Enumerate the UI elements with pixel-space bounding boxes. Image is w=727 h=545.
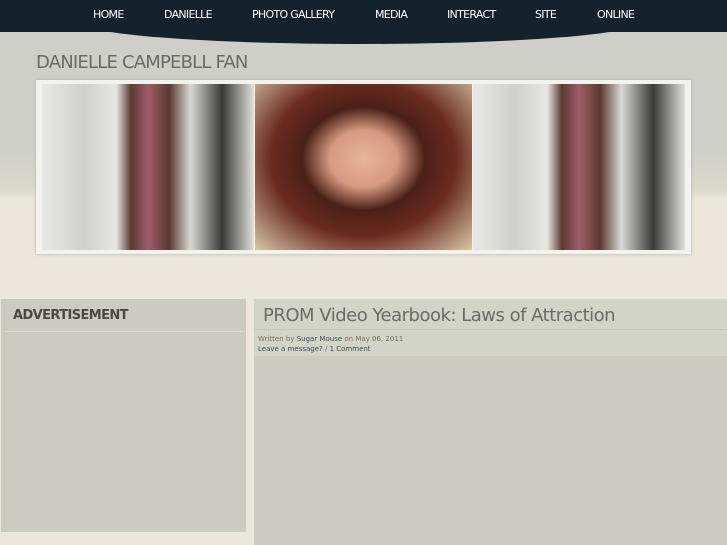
nav-curve — [0, 30, 727, 46]
post-header: PROM Video Yearbook: Laws of Attraction … — [254, 299, 727, 356]
post: PROM Video Yearbook: Laws of Attraction … — [254, 299, 727, 545]
leave-message-link[interactable]: Leave a message? — [258, 345, 323, 353]
sidebar-divider — [5, 331, 243, 332]
nav-online[interactable]: ONLINE — [597, 8, 635, 21]
post-meta: Written by Sugar Mouse on May 06, 2011 L… — [258, 334, 403, 354]
post-title[interactable]: PROM Video Yearbook: Laws of Attraction — [263, 305, 616, 326]
banner-photo-center — [255, 84, 472, 250]
header-banner — [36, 80, 691, 254]
banner-photo-left — [42, 84, 254, 250]
banner-photo-right — [473, 84, 685, 250]
written-by-label: Written by — [258, 335, 295, 343]
nav-site[interactable]: SITE — [535, 8, 557, 21]
post-date: May 06, 2011 — [355, 335, 404, 343]
meta-separator: / — [324, 345, 328, 353]
on-label: on — [344, 335, 354, 343]
sidebar-advertisement: ADVERTISEMENT — [1, 299, 246, 532]
comments-link[interactable]: 1 Comment — [330, 345, 371, 353]
nav-media[interactable]: MEDIA — [375, 8, 408, 21]
author-link[interactable]: Sugar Mouse — [297, 335, 342, 343]
top-nav: HOME DANIELLE PHOTO GALLERY MEDIA INTERA… — [0, 0, 727, 32]
post-divider — [254, 329, 727, 330]
nav-interact[interactable]: INTERACT — [447, 8, 496, 21]
nav-home[interactable]: HOME — [93, 8, 124, 21]
sidebar-heading: ADVERTISEMENT — [13, 308, 129, 323]
nav-photo-gallery[interactable]: PHOTO GALLERY — [252, 8, 335, 21]
site-title[interactable]: DANIELLE CAMPEBLL FAN — [36, 52, 248, 73]
nav-danielle[interactable]: DANIELLE — [164, 8, 213, 21]
